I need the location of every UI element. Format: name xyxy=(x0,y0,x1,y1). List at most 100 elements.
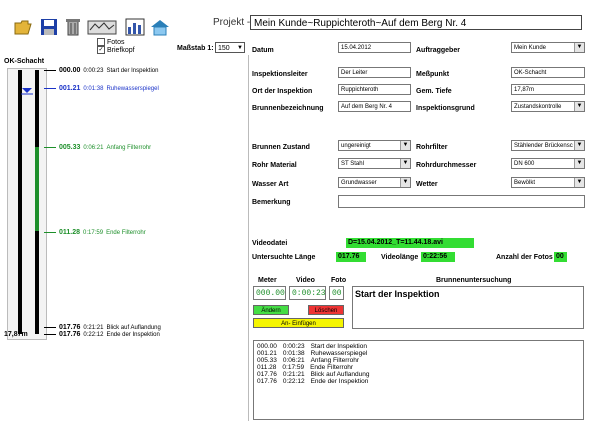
bemerkung-field[interactable] xyxy=(338,195,585,208)
network-button[interactable] xyxy=(149,17,171,37)
profile-marker[interactable]: 001.21 0:01:38 Ruhewasserspiegel xyxy=(44,85,159,92)
zustand-label: Brunnen Zustand xyxy=(252,144,310,151)
meter-input[interactable]: 000.00 xyxy=(253,286,286,300)
untersuchte-laenge-value: 017.76 xyxy=(336,252,366,262)
delete-button[interactable] xyxy=(62,17,84,37)
aendern-button[interactable]: Ändern xyxy=(253,305,289,315)
loeschen-button[interactable]: Löschen xyxy=(308,305,344,315)
marker-text: Ende der Inspektion xyxy=(106,331,160,338)
chevron-down-icon: ▼ xyxy=(400,159,410,168)
log-text: Anfang Filterrohr xyxy=(310,357,359,364)
marker-tick xyxy=(44,88,56,89)
log-text: Ende Filterrohr xyxy=(310,364,354,371)
rohrfilter-value: Stählender Brückensc xyxy=(514,143,573,149)
water-level-icon xyxy=(21,88,33,95)
briefkopf-checkbox[interactable]: ✓ Briefkopf xyxy=(97,46,135,54)
log-text: Ruhewasserspiegel xyxy=(310,350,368,357)
open-folder-icon xyxy=(14,20,32,35)
massstab-select[interactable]: 150 ▼ xyxy=(215,42,245,53)
rohrfilter-select[interactable]: Stählender Brückensc ▼ xyxy=(511,140,585,151)
chevron-down-icon: ▼ xyxy=(237,45,243,51)
bemerkung-label: Bemerkung xyxy=(252,199,291,206)
anzahl-fotos-label: Anzahl der Fotos xyxy=(496,254,553,261)
durchmesser-value: DN 600 xyxy=(514,161,535,167)
save-disk-icon xyxy=(41,19,57,35)
log-meter: 017.76 xyxy=(257,371,277,378)
profile-marker[interactable]: 017.76 0:22:12 Ende der Inspektion xyxy=(44,331,160,338)
list-item[interactable]: 005.33 0:06:21 Anfang Filterrohr xyxy=(257,357,580,364)
log-time: 0:17:59 xyxy=(282,364,305,371)
zustand-select[interactable]: ungereinigt ▼ xyxy=(338,140,411,151)
list-item[interactable]: 000.00 0:00:23 Start der Inspektion xyxy=(257,343,580,350)
marker-meter: 000.00 xyxy=(59,67,81,74)
video-time-input[interactable]: 0:00:23 xyxy=(289,286,326,300)
profile-marker[interactable]: 017.76 0:21:21 Blick auf Auflandung xyxy=(44,324,161,331)
inspektionsleiter-field[interactable]: Der Leiter xyxy=(338,67,411,78)
briefkopf-checkbox-box[interactable]: ✓ xyxy=(97,46,105,54)
durchmesser-label: Rohrdurchmesser xyxy=(416,162,477,169)
messpunkt-label: Meßpunkt xyxy=(416,71,450,78)
datum-field[interactable]: 15.04.2012 xyxy=(338,42,411,53)
marker-time: 0:21:21 xyxy=(83,324,104,331)
material-value: ST Stahl xyxy=(341,161,364,167)
massstab-label: Maßstab 1: xyxy=(177,45,214,52)
marker-tick xyxy=(44,147,56,148)
chevron-down-icon: ▼ xyxy=(574,102,584,111)
tiefe-field[interactable]: 17,87m xyxy=(511,84,585,95)
datum-label: Datum xyxy=(252,47,274,54)
log-time: 0:21:21 xyxy=(282,371,305,378)
foto-input[interactable]: 00 xyxy=(329,286,344,300)
log-meter: 001.21 xyxy=(257,350,277,357)
inspektionsgrund-select[interactable]: Zustandskontrolle ▼ xyxy=(511,101,585,112)
log-time: 0:01:38 xyxy=(282,350,305,357)
profile-marker[interactable]: 011.28 0:17:59 Ende Filterrohr xyxy=(44,229,146,236)
inspection-log-list[interactable]: 000.00 0:00:23 Start der Inspektion 001.21… xyxy=(253,340,584,420)
wasserart-select[interactable]: Grundwasser ▼ xyxy=(338,177,411,188)
brunnen-text-input[interactable]: Start der Inspektion xyxy=(352,286,584,329)
profile-marker[interactable]: 000.00 0:00:23 Start der Inspektion xyxy=(44,67,158,74)
marker-time: 0:17:59 xyxy=(83,229,104,236)
videolaenge-label: Videolänge xyxy=(381,254,419,261)
einfuegen-button[interactable]: An- Einfügen xyxy=(253,318,344,328)
material-label: Rohr Material xyxy=(252,162,297,169)
marker-text: Ende Filterrohr xyxy=(106,229,146,236)
marker-text: Start der Inspektion xyxy=(106,67,159,74)
profile-marker[interactable]: 005.33 0:06:21 Anfang Filterrohr xyxy=(44,144,151,151)
massstab-value: 150 xyxy=(218,45,230,52)
log-text: Blick auf Auflandung xyxy=(310,371,370,378)
durchmesser-select[interactable]: DN 600 ▼ xyxy=(511,158,585,169)
messpunkt-field[interactable]: OK-Schacht xyxy=(511,67,585,78)
fotos-checkbox-box[interactable] xyxy=(97,38,105,46)
save-button[interactable] xyxy=(38,17,60,37)
meter-header: Meter xyxy=(258,277,277,284)
open-folder-button[interactable] xyxy=(12,17,34,37)
brunnenbezeichnung-field[interactable]: Auf dem Berg Nr. 4 xyxy=(338,101,411,112)
chevron-down-icon: ▼ xyxy=(400,178,410,187)
scan-device-button[interactable] xyxy=(86,17,118,37)
auftraggeber-label: Auftraggeber xyxy=(416,47,460,54)
chevron-down-icon: ▼ xyxy=(574,178,584,187)
log-text: Start der Inspektion xyxy=(310,343,367,350)
scan-device-icon xyxy=(87,20,117,35)
list-item[interactable]: 011.28 0:17:59 Ende Filterrohr xyxy=(257,364,580,371)
marker-tick xyxy=(44,232,56,233)
house-network-icon xyxy=(151,20,169,36)
list-item[interactable]: 001.21 0:01:38 Ruhewasserspiegel xyxy=(257,350,580,357)
marker-meter: 001.21 xyxy=(59,85,81,92)
wetter-select[interactable]: Bewölkt ▼ xyxy=(511,177,585,188)
fotos-checkbox[interactable]: Fotos xyxy=(97,38,125,46)
log-time: 0:22:12 xyxy=(282,378,305,385)
chevron-down-icon: ▼ xyxy=(574,43,584,52)
ort-field[interactable]: Ruppichteroth xyxy=(338,84,411,95)
marker-time: 0:01:38 xyxy=(83,85,104,92)
marker-time: 0:22:12 xyxy=(83,331,104,338)
auftraggeber-select[interactable]: Mein Kunde ▼ xyxy=(511,42,585,53)
shaft-background xyxy=(7,68,47,340)
project-field[interactable]: Mein Kunde~Ruppichteroth~Auf dem Berg Nr… xyxy=(250,15,582,30)
auftraggeber-value: Mein Kunde xyxy=(514,45,547,51)
material-select[interactable]: ST Stahl ▼ xyxy=(338,158,411,169)
list-item[interactable]: 017.76 0:22:12 Ende der Inspektion xyxy=(257,378,580,385)
report-button[interactable] xyxy=(124,17,146,37)
inspektionsgrund-label: Inspektionsgrund xyxy=(416,105,475,112)
list-item[interactable]: 017.76 0:21:21 Blick auf Auflandung xyxy=(257,371,580,378)
